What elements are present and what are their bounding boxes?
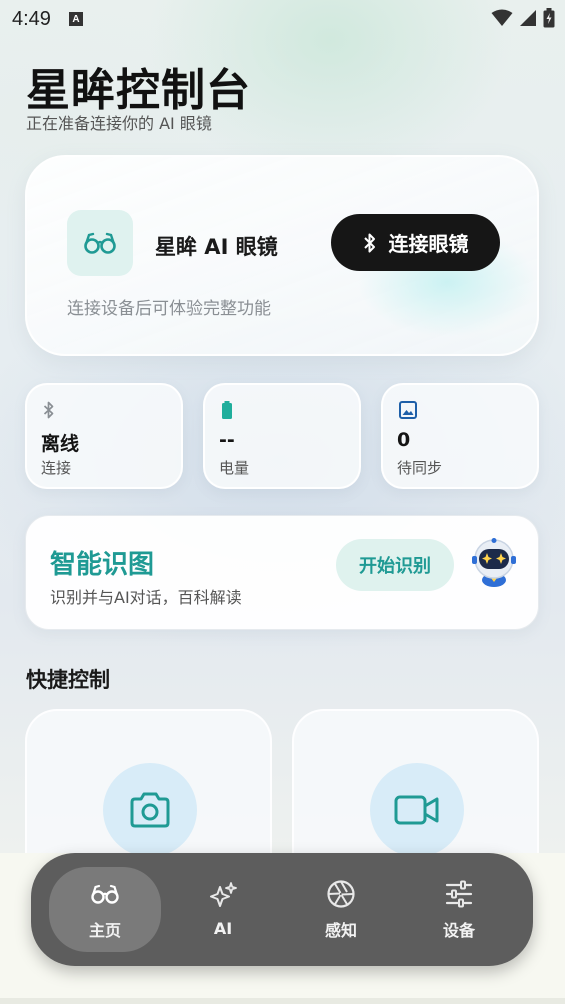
start-recognition-button[interactable]: 开始识别: [336, 539, 454, 591]
signal-icon: [520, 10, 536, 26]
tab-device[interactable]: 设备: [403, 867, 515, 952]
battery-icon: [221, 401, 233, 423]
bluetooth-icon: [363, 233, 375, 252]
stat-pending-sync[interactable]: 0 待同步: [381, 383, 539, 489]
tab-ai[interactable]: AI: [167, 867, 279, 952]
stat-connection-value: 离线: [41, 433, 80, 455]
stat-battery-label: 电量: [219, 459, 250, 477]
video-icon: [394, 795, 439, 825]
tab-home[interactable]: 主页: [49, 867, 161, 952]
robot-mascot-icon: [472, 538, 516, 587]
device-name: 星眸 AI 眼镜: [155, 235, 278, 259]
device-card: 星眸 AI 眼镜 连接眼镜 连接设备后可体验完整功能: [25, 155, 539, 356]
stat-connection-label: 连接: [41, 459, 72, 477]
glasses-icon: [90, 879, 120, 909]
camera-button[interactable]: [103, 763, 197, 857]
tab-perception-label: 感知: [324, 920, 357, 940]
stat-connection[interactable]: 离线 连接: [25, 383, 183, 489]
bluetooth-icon: [43, 401, 55, 423]
stat-battery[interactable]: -- 电量: [203, 383, 361, 489]
tab-device-label: 设备: [442, 920, 475, 940]
camera-icon: [130, 792, 170, 828]
sliders-icon: [444, 879, 474, 909]
connect-glasses-button[interactable]: 连接眼镜: [331, 214, 500, 271]
quick-controls-title: 快捷控制: [26, 668, 110, 692]
home-indicator: [0, 998, 565, 1004]
battery-status-icon: [543, 8, 555, 28]
glasses-icon: [84, 232, 116, 254]
smart-recognition-card[interactable]: 智能识图 识别并与AI对话，百科解读 开始识别: [25, 515, 539, 630]
notification-a-icon: A: [68, 12, 83, 26]
video-button[interactable]: [370, 763, 464, 857]
wifi-icon: [491, 9, 513, 26]
stat-pending-sync-value: 0: [397, 429, 411, 451]
tab-home-label: 主页: [88, 920, 121, 940]
sparkle-icon: [208, 881, 238, 911]
bottom-tab-bar: 主页 AI 感知 设备: [31, 853, 533, 966]
recognition-subtitle: 识别并与AI对话，百科解读: [50, 588, 242, 607]
connect-button-label: 连接眼镜: [388, 232, 469, 256]
stat-battery-value: --: [219, 429, 235, 451]
device-icon-tile: [67, 210, 133, 276]
aperture-icon: [326, 879, 356, 909]
device-hint: 连接设备后可体验完整功能: [67, 299, 271, 319]
tab-perception[interactable]: 感知: [285, 867, 397, 952]
status-indicators: [491, 8, 555, 28]
status-bar: 4:49 A: [0, 0, 565, 38]
page-title: 星眸控制台: [26, 65, 251, 116]
recognition-title: 智能识图: [50, 550, 155, 580]
tab-ai-label: AI: [213, 919, 233, 938]
status-time: 4:49: [12, 7, 51, 30]
stat-pending-sync-label: 待同步: [397, 459, 443, 477]
image-icon: [399, 401, 417, 423]
page-subtitle: 正在准备连接你的 AI 眼镜: [26, 114, 212, 133]
